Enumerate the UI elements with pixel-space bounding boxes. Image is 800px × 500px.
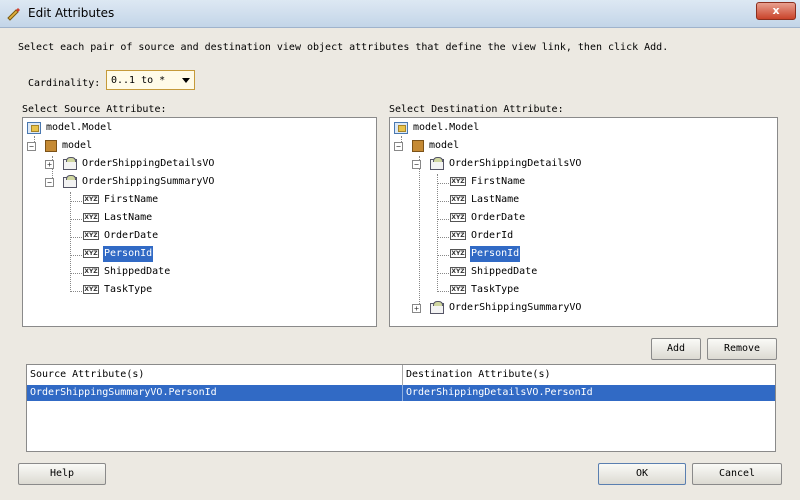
attribute-icon: XYZ [450, 249, 466, 258]
destination-tree[interactable]: model.Model − model − OrderShippingDetai… [389, 117, 778, 327]
attribute-icon: XYZ [83, 267, 99, 276]
expand-icon[interactable]: + [412, 304, 421, 313]
expand-icon[interactable]: + [45, 160, 54, 169]
source-tree[interactable]: model.Model − model + OrderShippingDetai… [22, 117, 377, 327]
table-cell-destination: OrderShippingDetailsVO.PersonId [406, 387, 593, 398]
remove-button[interactable]: Remove [707, 338, 777, 360]
attribute-icon: XYZ [83, 285, 99, 294]
view-object-icon [430, 301, 444, 314]
project-icon [394, 122, 408, 134]
attribute-icon: XYZ [450, 195, 466, 204]
chevron-down-icon [182, 78, 190, 83]
attribute-icon: XYZ [450, 213, 466, 222]
add-button[interactable]: Add [651, 338, 701, 360]
attribute-icon: XYZ [83, 213, 99, 222]
attribute-icon: XYZ [83, 249, 99, 258]
package-icon [45, 140, 57, 152]
attribute-icon: XYZ [450, 231, 466, 240]
collapse-icon[interactable]: − [394, 142, 403, 151]
attribute-pairs-table[interactable]: Source Attribute(s) Destination Attribut… [26, 364, 776, 452]
source-label: Select Source Attribute: [22, 104, 167, 115]
collapse-icon[interactable]: − [27, 142, 36, 151]
column-header-destination[interactable]: Destination Attribute(s) [403, 365, 775, 385]
collapse-icon[interactable]: − [45, 178, 54, 187]
title-bar: Edit Attributes x [0, 0, 800, 28]
attribute-icon: XYZ [83, 195, 99, 204]
package-icon [412, 140, 424, 152]
view-object-icon [63, 175, 77, 188]
column-header-source[interactable]: Source Attribute(s) [27, 365, 403, 385]
help-button[interactable]: Help [18, 463, 106, 485]
cancel-button[interactable]: Cancel [692, 463, 782, 485]
window-title: Edit Attributes [28, 6, 115, 20]
table-cell-source: OrderShippingSummaryVO.PersonId [27, 385, 403, 401]
cardinality-value: 0..1 to * [111, 75, 166, 86]
destination-label: Select Destination Attribute: [389, 104, 564, 115]
collapse-icon[interactable]: − [412, 160, 421, 169]
cardinality-label: Cardinality: [28, 78, 101, 89]
ok-button[interactable]: OK [598, 463, 686, 485]
view-object-icon [63, 157, 77, 170]
app-icon [7, 8, 20, 21]
attribute-icon: XYZ [450, 177, 466, 186]
close-button[interactable]: x [756, 2, 796, 20]
table-header: Source Attribute(s) Destination Attribut… [27, 365, 775, 386]
project-icon [27, 122, 41, 134]
view-object-icon [430, 157, 444, 170]
instructions-text: Select each pair of source and destinati… [18, 42, 669, 53]
cardinality-select[interactable]: 0..1 to * [106, 70, 195, 90]
attribute-icon: XYZ [450, 267, 466, 276]
table-row[interactable]: OrderShippingSummaryVO.PersonId OrderShi… [27, 385, 775, 401]
attribute-icon: XYZ [83, 231, 99, 240]
attribute-icon: XYZ [450, 285, 466, 294]
